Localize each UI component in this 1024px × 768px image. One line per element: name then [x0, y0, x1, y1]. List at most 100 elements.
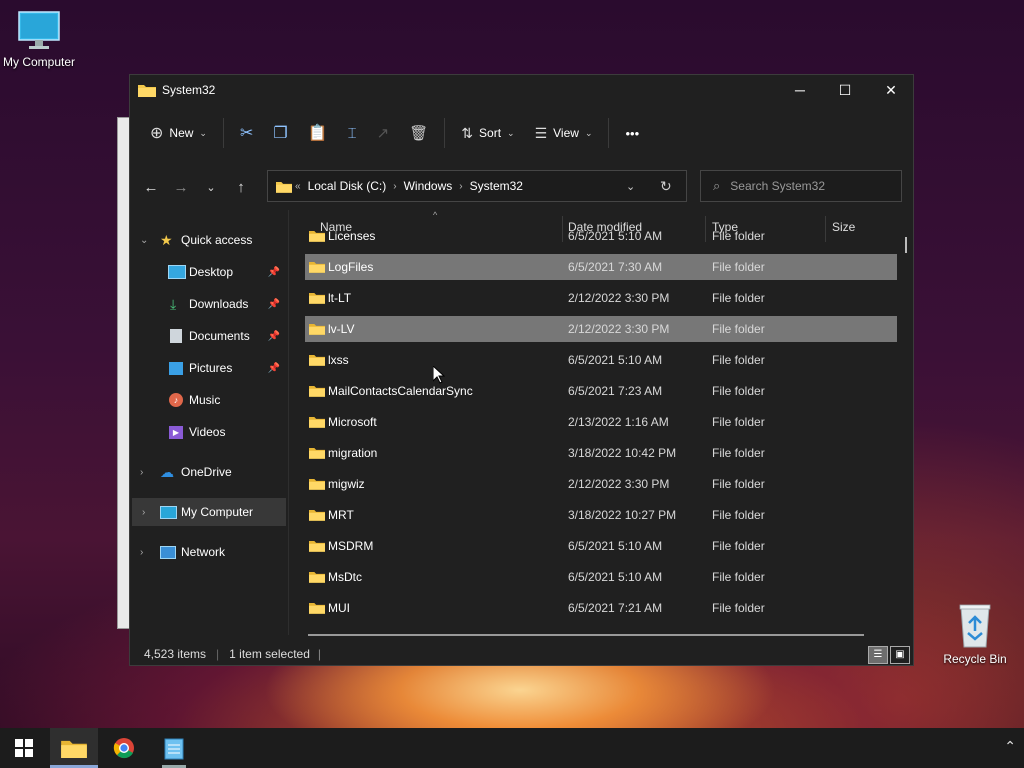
pin-icon[interactable]: 📌 — [268, 331, 280, 342]
file-row[interactable]: Microsoft 2/13/2022 1:16 AM File folder — [305, 409, 897, 435]
taskbar-notepad[interactable] — [150, 728, 198, 768]
folder-icon — [309, 603, 325, 614]
folder-icon — [309, 386, 325, 397]
horizontal-scrollbar[interactable] — [308, 634, 864, 636]
address-bar[interactable]: « Local Disk (C:) › Windows › System32 ⌄… — [267, 170, 687, 202]
file-name: migwiz — [328, 477, 365, 491]
folder-icon-wrap — [309, 415, 325, 431]
folder-icon-wrap — [309, 260, 325, 276]
overflow-icon[interactable]: « — [295, 181, 301, 192]
details-view-button[interactable]: ☰ — [868, 646, 888, 664]
minimize-button[interactable]: ─ — [777, 75, 823, 105]
file-row[interactable]: MailContactsCalendarSync 6/5/2021 7:23 AM… — [305, 378, 897, 404]
folder-icon — [309, 231, 325, 242]
sidebar-item-network[interactable]: › Network — [130, 538, 286, 566]
vertical-scrollbar[interactable] — [905, 237, 907, 253]
pin-icon[interactable]: 📌 — [268, 299, 280, 310]
file-row[interactable]: migration 3/18/2022 10:42 PM File folder — [305, 440, 897, 466]
recent-locations-button[interactable]: ⌄ — [196, 181, 226, 194]
start-button[interactable] — [0, 728, 48, 768]
sidebar-item-downloads[interactable]: ⤓ Downloads 📌 — [130, 290, 286, 318]
sidebar-item-quick-access[interactable]: ⌄ ★ Quick access — [130, 226, 286, 254]
breadcrumb-system32[interactable]: System32 — [470, 179, 523, 193]
sidebar-item-documents[interactable]: Documents 📌 — [130, 322, 286, 350]
chevron-right-icon[interactable]: › — [459, 181, 462, 192]
close-button[interactable]: ✕ — [868, 75, 914, 105]
file-row[interactable]: migwiz 2/12/2022 3:30 PM File folder — [305, 471, 897, 497]
sidebar-item-onedrive[interactable]: › ☁ OneDrive — [130, 458, 286, 486]
plus-circle-icon: ⊕ — [150, 125, 164, 142]
taskbar-chrome[interactable] — [100, 728, 148, 768]
sidebar-item-desktop[interactable]: Desktop 📌 — [130, 258, 286, 286]
file-date-modified: 2/13/2022 1:16 AM — [568, 415, 669, 429]
desktop-icon-recycle-bin[interactable]: Recycle Bin — [937, 603, 1013, 666]
search-placeholder: Search System32 — [730, 179, 825, 193]
file-row[interactable]: Licenses 6/5/2021 5:10 AM File folder — [305, 223, 897, 249]
address-history-dropdown[interactable]: ⌄ — [626, 180, 635, 193]
cut-button[interactable]: ✂ — [230, 115, 263, 151]
chevron-right-icon[interactable]: › — [140, 547, 143, 558]
refresh-icon[interactable]: ↻ — [660, 178, 672, 195]
folder-icon-wrap — [309, 539, 325, 555]
breadcrumb-windows[interactable]: Windows — [404, 179, 453, 193]
copy-button[interactable]: ❐ — [263, 115, 297, 151]
new-button[interactable]: ⊕ New ⌄ — [140, 115, 217, 151]
title-bar[interactable]: System32 ─ ☐ ✕ — [130, 75, 913, 105]
back-button[interactable]: ← — [136, 179, 166, 196]
share-button[interactable]: ↗ — [367, 115, 400, 151]
file-row[interactable]: LogFiles 6/5/2021 7:30 AM File folder — [305, 254, 897, 280]
file-row[interactable]: MsDtc 6/5/2021 5:10 AM File folder — [305, 564, 897, 590]
chevron-right-icon[interactable]: › — [393, 181, 396, 192]
file-type: File folder — [712, 322, 765, 336]
folder-icon-wrap — [309, 384, 325, 400]
separator — [222, 118, 224, 148]
sidebar-item-my-computer[interactable]: › My Computer — [132, 498, 286, 526]
large-icons-view-button[interactable]: ▣ — [890, 646, 910, 664]
breadcrumb-local-disk[interactable]: Local Disk (C:) — [308, 179, 387, 193]
chevron-right-icon[interactable]: › — [142, 507, 145, 518]
more-options-button[interactable]: ••• — [615, 115, 649, 151]
pane-divider[interactable] — [288, 210, 289, 635]
sidebar-item-music[interactable]: ♪ Music — [130, 386, 286, 414]
folder-icon — [309, 417, 325, 428]
chevron-right-icon[interactable]: › — [140, 467, 143, 478]
forward-button[interactable]: → — [166, 179, 196, 196]
pin-icon[interactable]: 📌 — [268, 363, 280, 374]
maximize-button[interactable]: ☐ — [822, 75, 868, 105]
taskbar-file-explorer[interactable] — [50, 728, 98, 768]
desktop-icon-my-computer[interactable]: My Computer — [1, 10, 77, 69]
sort-button[interactable]: ⇅ Sort ⌄ — [451, 115, 524, 151]
sidebar-item-label: Network — [181, 545, 226, 559]
file-date-modified: 2/12/2022 3:30 PM — [568, 477, 670, 491]
chevron-down-icon[interactable]: ⌄ — [140, 235, 148, 246]
file-row[interactable]: lxss 6/5/2021 5:10 AM File folder — [305, 347, 897, 373]
file-row[interactable]: lv-LV 2/12/2022 3:30 PM File folder — [305, 316, 897, 342]
file-row[interactable]: MSDRM 6/5/2021 5:10 AM File folder — [305, 533, 897, 559]
sidebar-item-pictures[interactable]: Pictures 📌 — [130, 354, 286, 382]
delete-button[interactable]: 🗑 — [399, 115, 438, 151]
trash-icon: 🗑 — [409, 125, 429, 142]
status-divider: | — [317, 647, 322, 661]
file-row[interactable]: MRT 3/18/2022 10:27 PM File folder — [305, 502, 897, 528]
monitor-icon — [160, 505, 177, 519]
file-row[interactable]: lt-LT 2/12/2022 3:30 PM File folder — [305, 285, 897, 311]
status-bar: 4,523 items | 1 item selected | ☰ ▣ — [130, 641, 913, 667]
paste-button[interactable]: 📋 — [298, 115, 338, 151]
file-row[interactable]: MUI 6/5/2021 7:21 AM File folder — [305, 595, 897, 621]
view-button[interactable]: ☰ View ⌄ — [525, 115, 603, 151]
file-date-modified: 3/18/2022 10:27 PM — [568, 508, 677, 522]
search-icon: ⌕ — [713, 178, 721, 193]
folder-icon — [276, 181, 292, 193]
file-type: File folder — [712, 446, 765, 460]
up-button[interactable]: ↑ — [226, 179, 256, 196]
search-box[interactable]: ⌕ Search System32 — [700, 170, 902, 202]
sidebar-item-label: OneDrive — [181, 465, 232, 479]
notepad-icon — [164, 738, 184, 760]
folder-icon — [309, 572, 325, 583]
file-type: File folder — [712, 384, 765, 398]
pin-icon[interactable]: 📌 — [268, 267, 280, 278]
folder-icon — [138, 85, 156, 97]
rename-button[interactable]: ⌶ — [338, 115, 367, 151]
show-hidden-icons-button[interactable]: ⌃ — [1004, 738, 1016, 755]
sidebar-item-videos[interactable]: ▶ Videos — [130, 418, 286, 446]
